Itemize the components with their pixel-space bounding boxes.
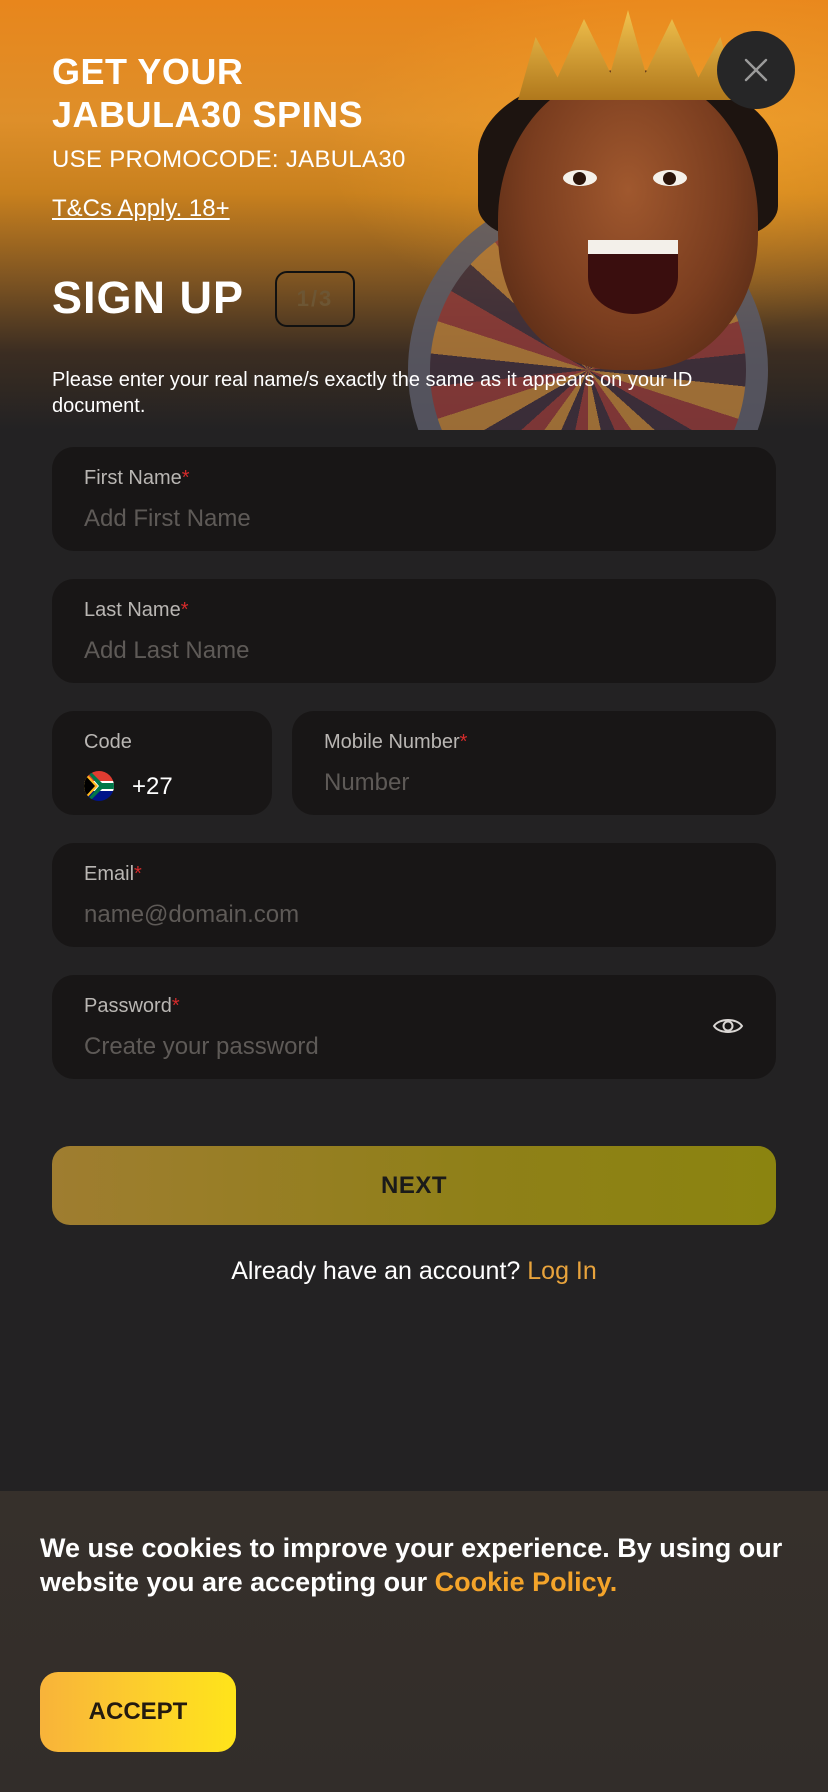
first-name-label: First Name* <box>84 467 190 490</box>
login-prompt: Already have an account? Log In <box>0 1257 828 1286</box>
required-mark: * <box>459 731 468 753</box>
cookie-banner: We use cookies to improve your experienc… <box>0 1491 828 1792</box>
south-africa-flag-icon <box>84 771 114 801</box>
step-indicator: 1/3 <box>275 271 355 327</box>
required-mark: * <box>180 599 189 621</box>
password-label: Password* <box>84 995 180 1018</box>
mobile-number-input[interactable] <box>324 769 744 797</box>
mobile-number-field[interactable]: Mobile Number* <box>292 711 776 815</box>
signup-title: SIGN UP <box>52 272 245 323</box>
cookie-message: We use cookies to improve your experienc… <box>40 1531 800 1599</box>
password-field[interactable]: Password* <box>52 975 776 1079</box>
login-prompt-text: Already have an account? <box>231 1257 521 1285</box>
eye-shape <box>563 170 597 186</box>
promo-banner: GET YOUR JABULA30 SPINS USE PROMOCODE: J… <box>0 0 828 430</box>
eye-icon[interactable] <box>712 1015 744 1037</box>
last-name-input[interactable] <box>84 637 744 665</box>
login-link[interactable]: Log In <box>527 1257 597 1285</box>
password-label-text: Password <box>84 995 172 1017</box>
last-name-label-text: Last Name <box>84 599 181 621</box>
terms-link[interactable]: T&Cs Apply. 18+ <box>52 195 230 223</box>
country-code-select[interactable]: Code +27 <box>52 711 272 815</box>
mouth-shape <box>588 240 678 314</box>
first-name-input[interactable] <box>84 505 744 533</box>
email-input[interactable] <box>84 901 744 929</box>
crown-image <box>518 10 738 100</box>
password-input[interactable] <box>84 1033 688 1061</box>
queen-face-image <box>498 70 758 370</box>
promo-code-text: USE PROMOCODE: JABULA30 <box>52 146 406 173</box>
cookie-message-text: We use cookies to improve your experienc… <box>40 1533 783 1597</box>
required-mark: * <box>181 467 190 489</box>
first-name-field[interactable]: First Name* <box>52 447 776 551</box>
code-label: Code <box>84 731 132 753</box>
mobile-number-label-text: Mobile Number <box>324 731 460 753</box>
required-mark: * <box>171 995 180 1017</box>
next-button[interactable]: NEXT <box>52 1146 776 1225</box>
promo-title-line2: JABULA30 SPINS <box>52 94 364 135</box>
email-label-text: Email <box>84 863 135 885</box>
accept-cookies-button[interactable]: ACCEPT <box>40 1672 236 1752</box>
name-instructions: Please enter your real name/s exactly th… <box>52 369 693 417</box>
required-mark: * <box>134 863 142 885</box>
first-name-label-text: First Name <box>84 467 182 489</box>
close-button[interactable] <box>717 31 795 109</box>
cookie-policy-link[interactable]: Cookie Policy. <box>435 1567 618 1597</box>
eye-shape <box>653 170 687 186</box>
last-name-field[interactable]: Last Name* <box>52 579 776 683</box>
mobile-number-label: Mobile Number* <box>324 731 467 754</box>
promo-title-line1: GET YOUR <box>52 51 244 92</box>
email-field[interactable]: Email* <box>52 843 776 947</box>
close-icon <box>744 58 768 82</box>
last-name-label: Last Name* <box>84 599 189 622</box>
promo-title: GET YOUR JABULA30 SPINS <box>52 50 363 136</box>
email-label: Email* <box>84 863 142 886</box>
country-code-value: +27 <box>132 773 173 800</box>
